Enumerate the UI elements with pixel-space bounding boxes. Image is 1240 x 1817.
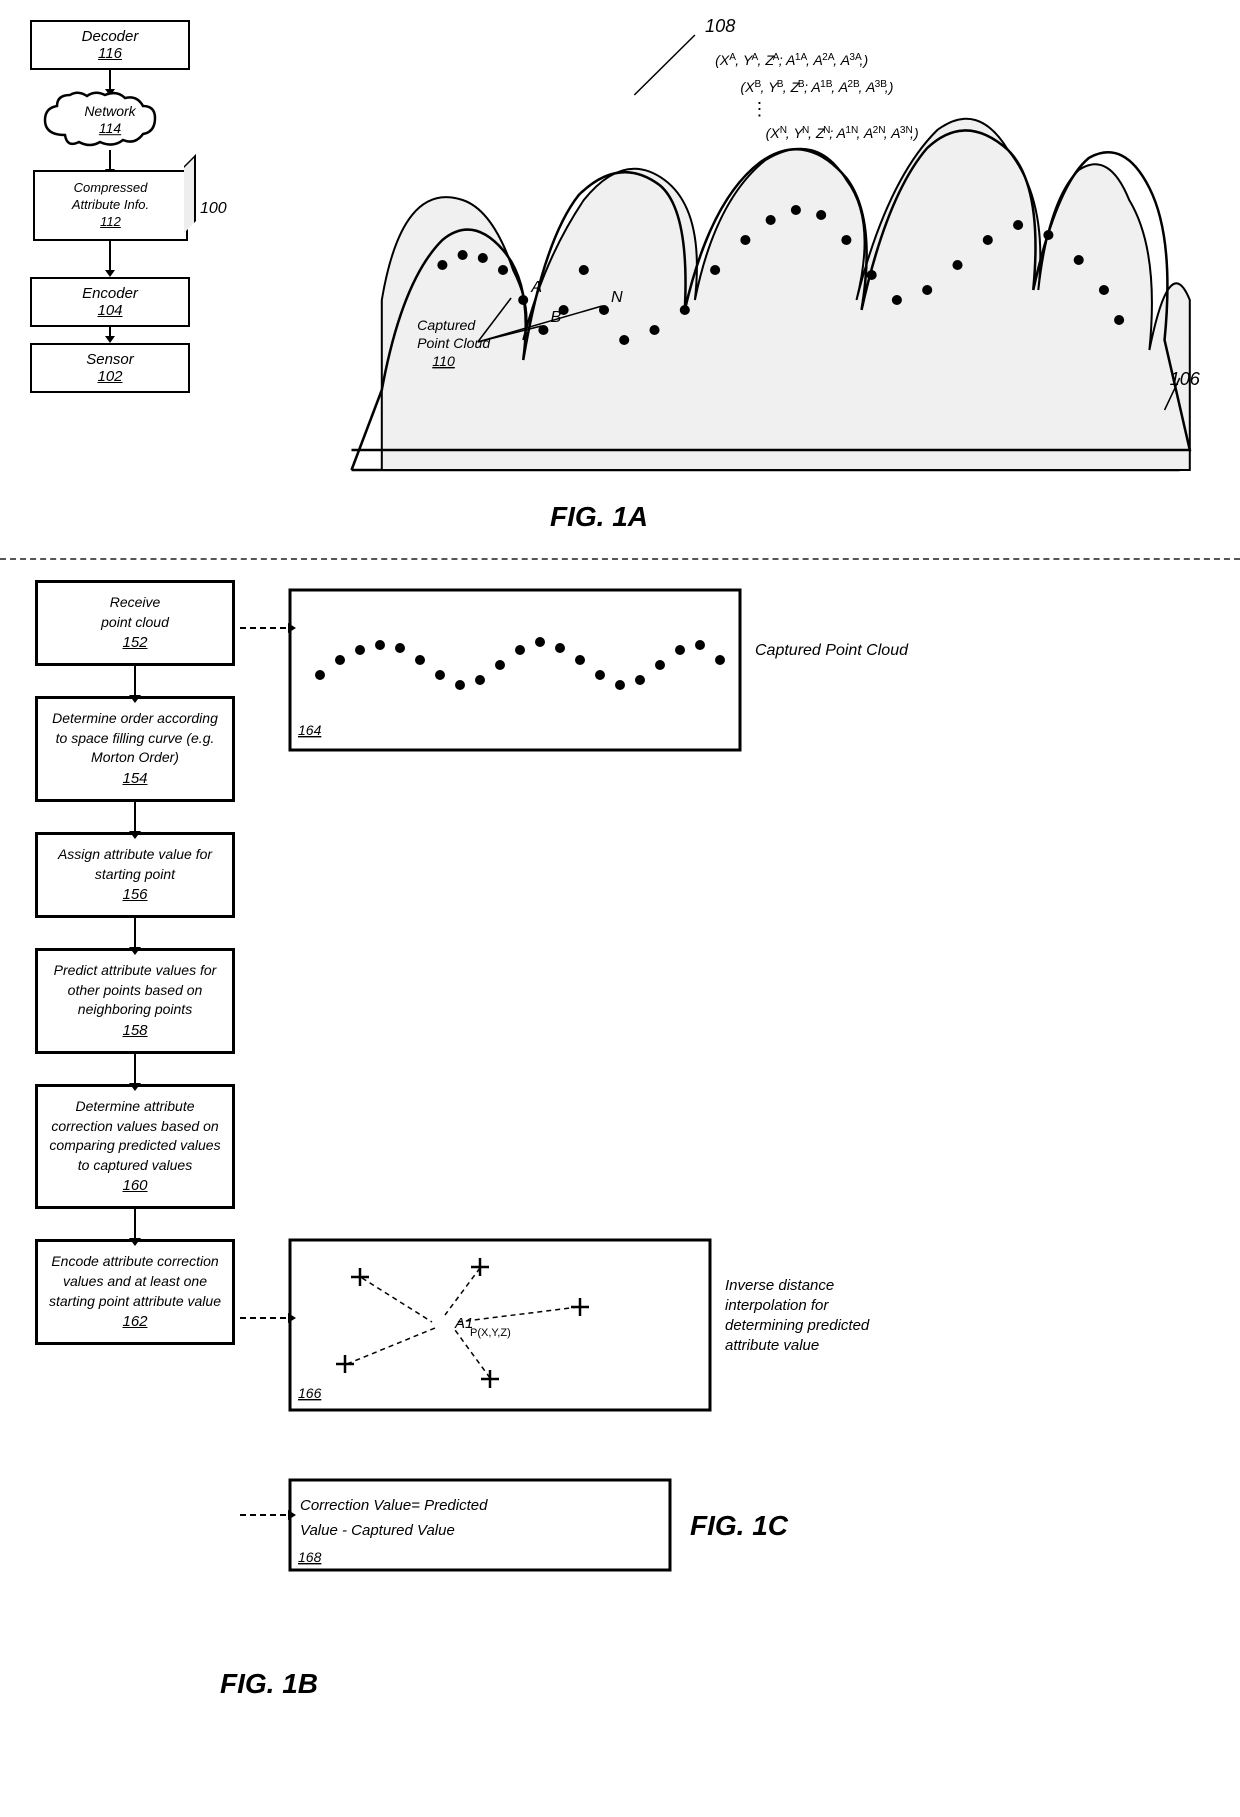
svg-text:110: 110 [432, 353, 455, 369]
step2-text: Determine order accordingto space fillin… [52, 710, 218, 765]
svg-text:164: 164 [298, 722, 322, 738]
step4-box: Predict attribute values forother points… [35, 948, 235, 1054]
svg-text:Captured Point Cloud: Captured Point Cloud [755, 642, 909, 659]
step6-item: Encode attribute correctionvalues and at… [30, 1239, 240, 1345]
step3-ref: 156 [46, 884, 224, 905]
svg-text:, A: , A [884, 125, 901, 141]
svg-text:⋮: ⋮ [750, 99, 768, 119]
arrow-network-to-compressed [109, 150, 111, 170]
decoder-box: Decoder 116 [30, 20, 190, 70]
fig1a-diagram: A B N 108 (X A , Y A , Z A ; A 1A , A 2A… [200, 0, 1210, 530]
arrow-compressed-to-encoder [109, 241, 111, 271]
svg-text:B: B [550, 308, 561, 326]
bottom-section: Receivepoint cloud 152 Determine order a… [0, 560, 1240, 1760]
svg-text:A1: A1 [454, 1315, 473, 1332]
step4-text: Predict attribute values forother points… [54, 962, 217, 1017]
sensor-ref: 102 [40, 368, 180, 385]
compressed-box: CompressedAttribute Info. 112 [33, 170, 188, 241]
svg-text:Captured: Captured [417, 317, 476, 333]
fig1b-label: FIG. 1B [220, 1668, 318, 1700]
svg-text:determining predicted: determining predicted [725, 1317, 870, 1334]
svg-text:; A: ; A [779, 52, 796, 68]
encoder-ref: 104 [40, 302, 180, 319]
step6-ref: 162 [46, 1311, 224, 1332]
decoder-label: Decoder [82, 28, 139, 45]
step5-box: Determine attributecorrection values bas… [35, 1084, 235, 1209]
svg-text:FIG. 1C: FIG. 1C [690, 1510, 789, 1541]
step3-text: Assign attribute value forstarting point [58, 846, 212, 882]
svg-text:, A: , A [859, 79, 876, 95]
arrow-decoder-to-network [109, 70, 111, 90]
step5-text: Determine attributecorrection values bas… [49, 1098, 220, 1173]
fig1a-section: Decoder 116 Network 114 CompressedAttrib… [0, 0, 1240, 560]
svg-text:, A: , A [833, 52, 850, 68]
step4-item: Predict attribute values forother points… [30, 948, 240, 1084]
step2-box: Determine order accordingto space fillin… [35, 696, 235, 802]
step2-item: Determine order accordingto space fillin… [30, 696, 240, 832]
svg-text:, A: , A [806, 52, 823, 68]
svg-text:P(X,Y,Z): P(X,Y,Z) [470, 1327, 511, 1339]
svg-text:,): ,) [860, 52, 869, 68]
arrow-encoder-to-sensor [109, 327, 111, 337]
sensor-box: Sensor 102 [30, 343, 190, 393]
left-column: Decoder 116 Network 114 CompressedAttrib… [30, 20, 190, 393]
fig1a-label: FIG. 1A [550, 501, 648, 533]
step6-text: Encode attribute correctionvalues and at… [49, 1253, 221, 1308]
step4-ref: 158 [46, 1020, 224, 1041]
step6-box: Encode attribute correctionvalues and at… [35, 1239, 235, 1345]
step2-ref: 154 [46, 768, 224, 789]
svg-text:(X: (X [740, 79, 755, 95]
step5-item: Determine attributecorrection values bas… [30, 1084, 240, 1239]
svg-text:, A: , A [857, 125, 874, 141]
step1-text: Receivepoint cloud [101, 594, 169, 630]
svg-text:; A: ; A [804, 79, 821, 95]
svg-text:; A: ; A [829, 125, 846, 141]
encoder-box: Encoder 104 [30, 277, 190, 327]
flowchart: Receivepoint cloud 152 Determine order a… [30, 580, 240, 1345]
step5-ref: 160 [46, 1175, 224, 1196]
svg-text:168: 168 [298, 1549, 322, 1565]
svg-text:Correction Value= Predicted: Correction Value= Predicted [300, 1497, 488, 1514]
svg-text:(X: (X [766, 125, 781, 141]
svg-text:(X: (X [715, 52, 730, 68]
svg-text:,): ,) [910, 125, 919, 141]
arrow-3-4 [134, 918, 136, 948]
svg-text:N: N [611, 288, 623, 306]
step3-box: Assign attribute value forstarting point… [35, 832, 235, 918]
step1-ref: 152 [46, 632, 224, 653]
sensor-label: Sensor [86, 351, 134, 368]
step1-box: Receivepoint cloud 152 [35, 580, 235, 666]
svg-text:Value - Captured Value: Value - Captured Value [300, 1522, 455, 1539]
network-ref: 114 [99, 120, 121, 136]
arrow-4-5 [134, 1054, 136, 1084]
svg-text:, A: , A [831, 79, 848, 95]
step1-item: Receivepoint cloud 152 [30, 580, 240, 696]
svg-text:,): ,) [885, 79, 894, 95]
svg-text:166: 166 [298, 1385, 322, 1401]
arrow-1-2 [134, 666, 136, 696]
svg-text:A: A [530, 278, 542, 296]
network-cloud: Network 114 [35, 90, 185, 150]
network-text: Network 114 [84, 103, 135, 137]
svg-text:Inverse distance: Inverse distance [725, 1277, 834, 1294]
compressed-ref: 112 [100, 214, 121, 229]
arrow-5-6 [134, 1209, 136, 1239]
svg-text:attribute value: attribute value [725, 1337, 819, 1354]
step3-item: Assign attribute value forstarting point… [30, 832, 240, 948]
svg-text:interpolation for: interpolation for [725, 1297, 829, 1314]
decoder-ref: 116 [40, 45, 180, 62]
svg-text:106: 106 [1170, 369, 1201, 389]
encoder-label: Encoder [82, 285, 138, 302]
arrow-2-3 [134, 802, 136, 832]
svg-text:108: 108 [705, 16, 735, 36]
